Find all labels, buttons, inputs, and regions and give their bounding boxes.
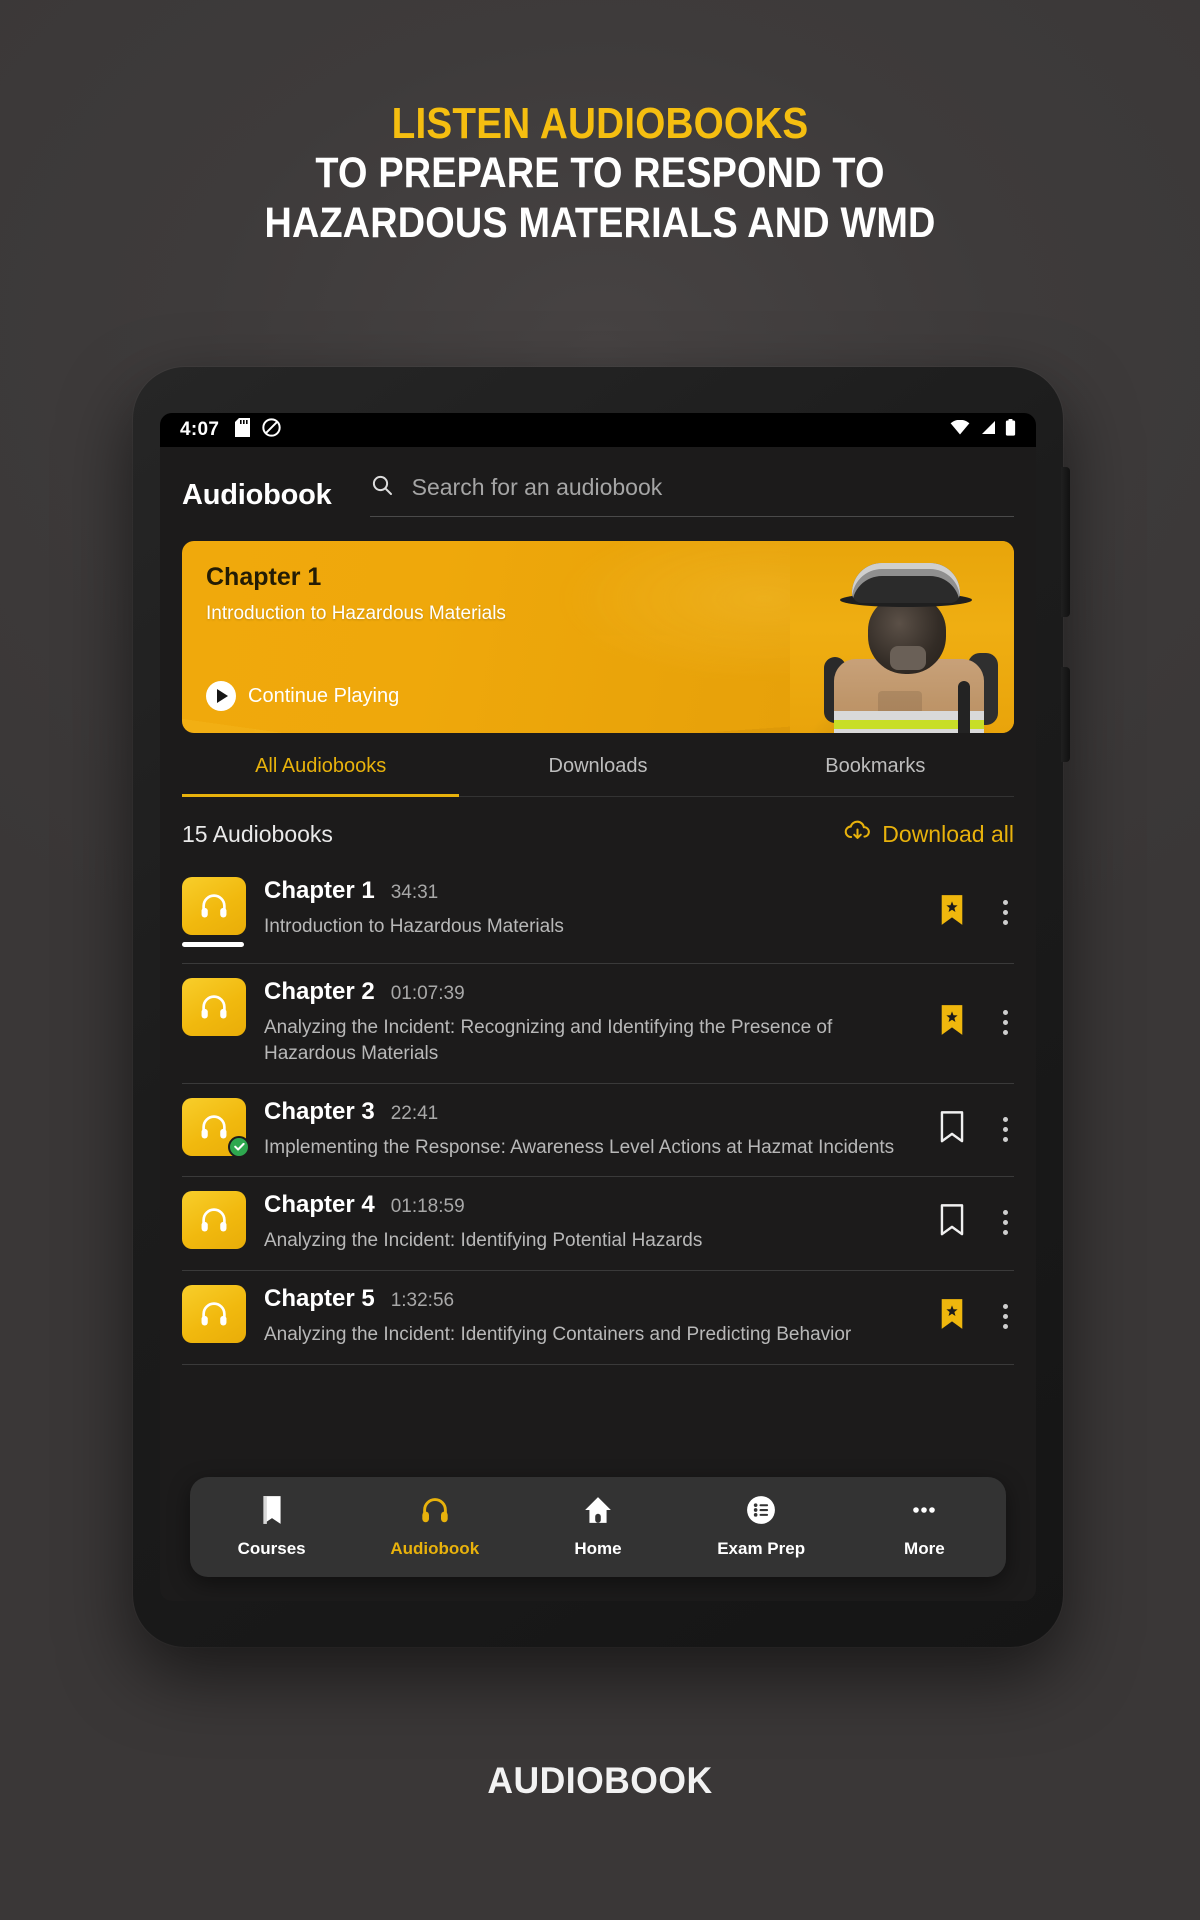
hero-chapter-subtitle: Introduction to Hazardous Materials [206,603,506,624]
table-row[interactable]: Chapter 1 34:31 Introduction to Hazardou… [182,863,1014,964]
bookmark-filled-icon[interactable] [939,894,965,931]
chapter-description: Analyzing the Incident: Identifying Cont… [264,1324,852,1346]
chapter-thumbnail-wrap [182,877,246,963]
page-title: Audiobook [182,478,332,511]
list-circle-icon [746,1495,776,1530]
kebab-menu-icon[interactable] [999,896,1012,929]
promo-line-3: HAZARDOUS MATERIALS AND WMD [264,198,936,247]
promo-heading: LISTEN AUDIOBOOKS TO PREPARE TO RESPOND … [0,0,1200,249]
chapter-description: Analyzing the Incident: Identifying Pote… [264,1230,703,1252]
nav-label-home: Home [574,1539,622,1558]
chapter-title: Chapter 5 [264,1285,375,1313]
chapter-duration: 34:31 [390,882,439,903]
chapter-title: Chapter 2 [264,978,375,1005]
status-bar: 4:07 [160,413,1036,447]
device-button-power [1061,667,1070,762]
chapter-description: Analyzing the Incident: Recognizing and … [264,1017,833,1064]
download-all-button[interactable]: Download all [844,819,1014,849]
chapter-description: Implementing the Response: Awareness Lev… [264,1136,895,1158]
tab-bookmarks[interactable]: Bookmarks [737,733,1014,796]
signal-icon [979,420,996,440]
headphones-icon [182,978,246,1036]
bookmark-outline-icon[interactable] [939,1204,965,1241]
continue-playing-button[interactable]: Continue Playing [206,681,990,711]
search-icon [370,473,394,502]
play-icon[interactable] [206,681,236,711]
home-icon [583,1495,613,1530]
bottom-caption: AUDIOBOOK [487,1760,713,1801]
headphones-icon [182,1191,246,1250]
nav-label-more: More [904,1539,945,1558]
tab-downloads[interactable]: Downloads [459,733,736,796]
table-row[interactable]: Chapter 4 01:18:59 Analyzing the Inciden… [182,1177,1014,1272]
nav-item-more[interactable]: More [869,1495,979,1559]
audiobook-count: 15 Audiobooks [182,820,333,847]
device-button-volume [1061,467,1070,617]
nav-label-audiobook: Audiobook [390,1539,480,1558]
status-time: 4:07 [180,419,220,440]
wifi-icon [950,419,970,440]
kebab-menu-icon[interactable] [999,1113,1012,1146]
nav-item-exam-prep[interactable]: Exam Prep [706,1495,816,1559]
search-input[interactable]: Search for an audiobook [412,474,663,501]
headphones-icon [182,1285,246,1344]
kebab-menu-icon[interactable] [999,1006,1012,1039]
promo-line-1: LISTEN AUDIOBOOKS [391,99,809,148]
hero-chapter-title: Chapter 1 [206,563,322,591]
list-header: 15 Audiobooks Download all [160,797,1036,863]
chapter-duration: 22:41 [390,1102,439,1124]
chapter-title: Chapter 3 [264,1097,375,1125]
table-row[interactable]: Chapter 2 01:07:39 Analyzing the Inciden… [182,964,1014,1084]
chapter-thumbnail-wrap [182,1285,246,1359]
headphones-icon [420,1495,450,1530]
promo-line-2: TO PREPARE TO RESPOND TO [315,149,885,198]
chapter-duration: 01:18:59 [390,1196,465,1218]
bookmark-outline-icon[interactable] [939,1110,965,1148]
app-header: Audiobook Search for an audiobook [160,447,1036,521]
cloud-download-icon [844,819,871,849]
device-screen: 4:07 Audiobook Search for an audiobook C… [160,413,1036,1601]
tab-all-audiobooks[interactable]: All Audiobooks [182,733,460,797]
download-all-label: Download all [882,820,1014,847]
continue-playing-label: Continue Playing [248,684,400,707]
audiobook-list: Chapter 1 34:31 Introduction to Hazardou… [160,863,1036,1366]
book-icon [259,1495,285,1530]
kebab-menu-icon[interactable] [999,1300,1012,1333]
sd-card-icon [235,418,251,442]
chapter-duration: 01:07:39 [390,983,465,1004]
table-row[interactable]: Chapter 3 22:41 Implementing the Respons… [182,1084,1014,1178]
chapter-thumbnail-wrap [182,1097,250,1172]
search-bar[interactable]: Search for an audiobook [369,473,1014,517]
chapter-title: Chapter 4 [264,1191,375,1219]
more-dots-icon [909,1495,939,1530]
tab-bar: All Audiobooks Downloads Bookmarks [182,733,1014,797]
downloaded-check-icon [228,1135,250,1158]
table-row[interactable]: Chapter 5 1:32:56 Analyzing the Incident… [182,1271,1014,1366]
battery-icon [1005,419,1016,441]
do-not-disturb-icon [262,418,281,442]
nav-item-courses[interactable]: Courses [217,1495,327,1559]
bookmark-filled-icon[interactable] [939,1004,965,1041]
kebab-menu-icon[interactable] [999,1206,1012,1239]
nav-item-home[interactable]: Home [543,1495,653,1559]
chapter-progress-bar [182,942,244,947]
device-frame: 4:07 Audiobook Search for an audiobook C… [133,367,1070,1647]
nav-item-audiobook[interactable]: Audiobook [380,1495,490,1559]
chapter-thumbnail-wrap [182,978,246,1052]
chapter-description: Introduction to Hazardous Materials [264,916,564,937]
headphones-icon [182,877,246,935]
chapter-thumbnail-wrap [182,1191,246,1265]
chapter-title: Chapter 1 [264,877,375,904]
bottom-navigation: Courses Audiobook Home Exam Prep More [190,1477,1006,1577]
continue-playing-card[interactable]: Chapter 1 Introduction to Hazardous Mate… [182,541,1014,733]
bookmark-filled-icon[interactable] [939,1298,965,1335]
chapter-duration: 1:32:56 [390,1290,455,1312]
nav-label-exam-prep: Exam Prep [717,1539,806,1558]
nav-label-courses: Courses [237,1539,306,1558]
